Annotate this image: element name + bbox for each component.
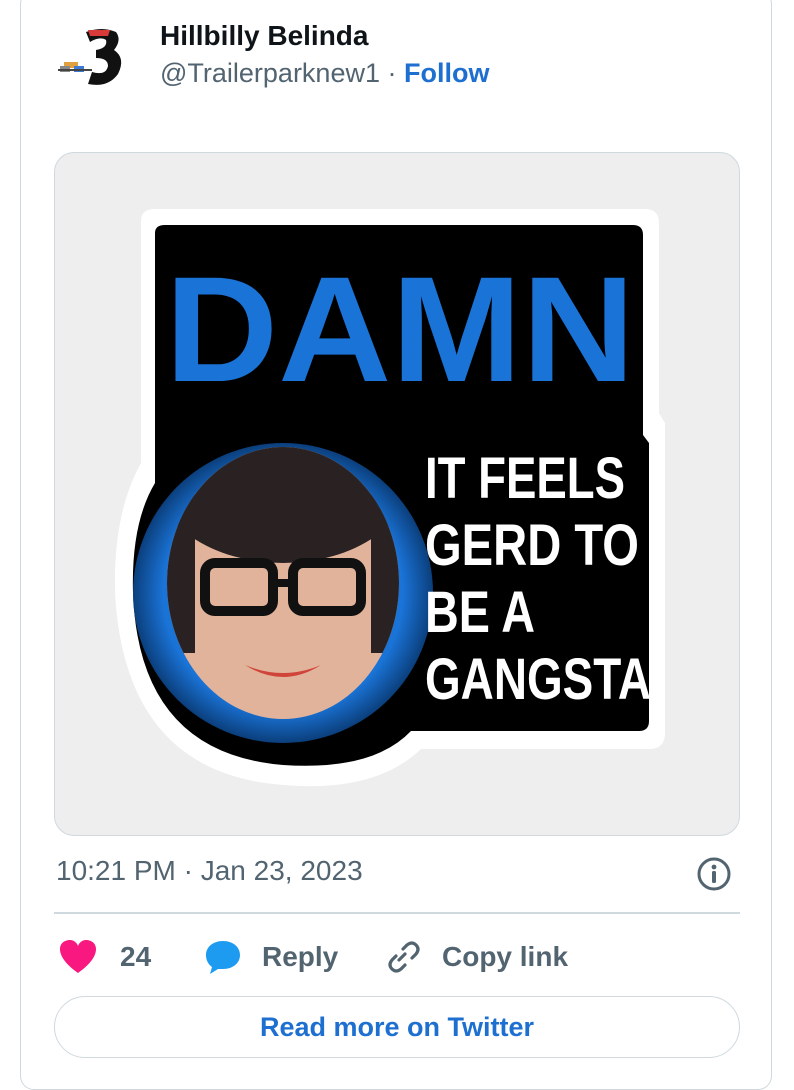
sticker-line-2: GERD TO xyxy=(425,513,639,578)
reply-button[interactable]: Reply xyxy=(204,930,338,984)
follow-link[interactable]: Follow xyxy=(404,58,489,88)
copy-link-button[interactable]: Copy link xyxy=(384,930,568,984)
tweet-media-image[interactable]: DAMN IT FEELS GERD TO BE A GANGSTA xyxy=(54,152,740,836)
author-display-name[interactable]: Hillbilly Belinda xyxy=(160,20,368,52)
sticker-line-4: GANGSTA xyxy=(425,647,651,712)
separator-dot: · xyxy=(379,58,404,88)
author-handle-row: @Trailerparknew1 · Follow xyxy=(160,58,489,89)
link-icon xyxy=(388,941,420,973)
info-icon[interactable] xyxy=(696,856,732,892)
read-more-button[interactable]: Read more on Twitter xyxy=(54,996,740,1058)
like-count: 24 xyxy=(120,941,152,972)
sticker-line-1: IT FEELS xyxy=(425,446,625,511)
divider xyxy=(54,912,740,914)
number-3-logo-icon xyxy=(58,29,122,85)
sticker-title: DAMN xyxy=(165,245,635,413)
copy-link-label: Copy link xyxy=(442,941,569,972)
reply-label: Reply xyxy=(262,941,339,972)
tweet-actions: 24 Reply Copy link xyxy=(54,930,740,984)
sticker-line-3: BE A xyxy=(425,580,535,645)
tweet-timestamp[interactable]: 10:21 PM · Jan 23, 2023 xyxy=(56,855,363,887)
like-button[interactable]: 24 xyxy=(58,930,151,984)
author-handle[interactable]: @Trailerparknew1 xyxy=(160,58,380,88)
sticker-graphic: DAMN IT FEELS GERD TO BE A GANGSTA xyxy=(114,209,665,787)
avatar[interactable] xyxy=(52,22,128,98)
reply-bubble-icon xyxy=(206,941,240,974)
heart-icon xyxy=(60,940,96,973)
